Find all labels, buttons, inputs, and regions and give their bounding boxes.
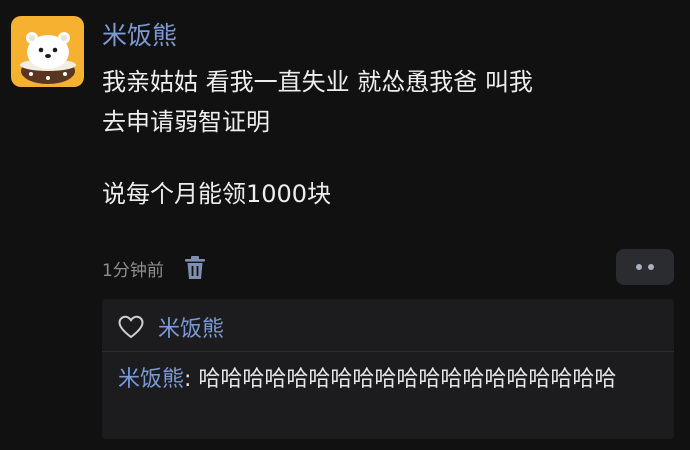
avatar[interactable]: [11, 16, 84, 87]
post-line: 去申请弱智证明: [102, 108, 270, 136]
post-meta: 1分钟前: [102, 253, 206, 283]
post-content: 我亲姑姑 看我一直失业 就怂恿我爸 叫我 去申请弱智证明 说每个月能领1000块: [102, 62, 682, 214]
like-user-name[interactable]: 米饭熊: [158, 311, 224, 343]
panel-divider: [102, 351, 674, 352]
more-dots-icon: [648, 264, 654, 270]
more-options-button[interactable]: [616, 249, 674, 285]
reply-text: 哈哈哈哈哈哈哈哈哈哈哈哈哈哈哈哈哈哈哈: [198, 367, 617, 392]
polar-bear-avatar-icon: [20, 32, 76, 84]
trash-icon[interactable]: [184, 256, 206, 280]
reply-panel: 米饭熊 米饭熊: 哈哈哈哈哈哈哈哈哈哈哈哈哈哈哈哈哈哈哈: [102, 299, 674, 439]
post-line: 我亲姑姑 看我一直失业 就怂恿我爸 叫我: [102, 68, 533, 96]
post-line: 说每个月能领1000块: [102, 180, 332, 208]
likes-row: 米饭熊: [118, 309, 224, 345]
reply-author[interactable]: 米饭熊: [118, 367, 184, 392]
post-timestamp: 1分钟前: [102, 260, 164, 281]
reply-separator: :: [184, 367, 199, 392]
more-dots-icon: [636, 264, 642, 270]
reply-comment: 米饭熊: 哈哈哈哈哈哈哈哈哈哈哈哈哈哈哈哈哈哈哈: [118, 363, 664, 397]
heart-outline-icon[interactable]: [118, 315, 144, 339]
post-author-name[interactable]: 米饭熊: [102, 19, 177, 53]
